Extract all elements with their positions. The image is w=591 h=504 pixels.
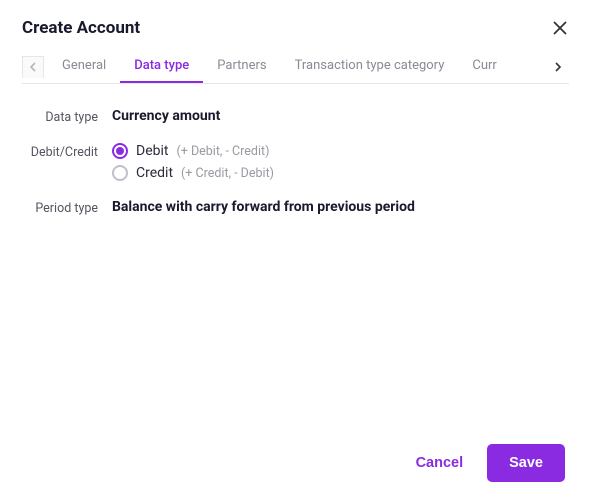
- tab-currencies[interactable]: Curr: [458, 50, 510, 83]
- tab-partners[interactable]: Partners: [203, 50, 280, 83]
- tab-data-type[interactable]: Data type: [120, 50, 203, 83]
- tab-general[interactable]: General: [48, 50, 120, 83]
- data-type-label: Data type: [22, 108, 112, 125]
- debit-credit-radio-group: Debit (+ Debit, - Credit) Credit (+ Cred…: [112, 143, 274, 181]
- debit-credit-label: Debit/Credit: [22, 143, 112, 160]
- data-type-value: Currency amount: [112, 108, 220, 124]
- credit-radio[interactable]: [112, 165, 128, 181]
- tab-bar: General Data type Partners Transaction t…: [22, 50, 569, 84]
- debit-radio[interactable]: [112, 143, 128, 159]
- save-button[interactable]: Save: [487, 444, 565, 482]
- credit-radio-hint: (+ Credit, - Debit): [181, 166, 274, 181]
- credit-radio-label: Credit: [136, 165, 173, 181]
- cancel-button[interactable]: Cancel: [410, 447, 470, 479]
- period-type-label: Period type: [22, 199, 112, 216]
- debit-radio-hint: (+ Debit, - Credit): [176, 144, 269, 159]
- tab-transaction-type-category[interactable]: Transaction type category: [281, 50, 459, 83]
- period-type-value: Balance with carry forward from previous…: [112, 199, 415, 215]
- close-icon[interactable]: [551, 19, 569, 37]
- tab-scroll-right-button[interactable]: [547, 56, 569, 78]
- tab-scroll-left-button[interactable]: [22, 56, 44, 78]
- debit-radio-label: Debit: [136, 143, 168, 159]
- dialog-title: Create Account: [22, 18, 140, 38]
